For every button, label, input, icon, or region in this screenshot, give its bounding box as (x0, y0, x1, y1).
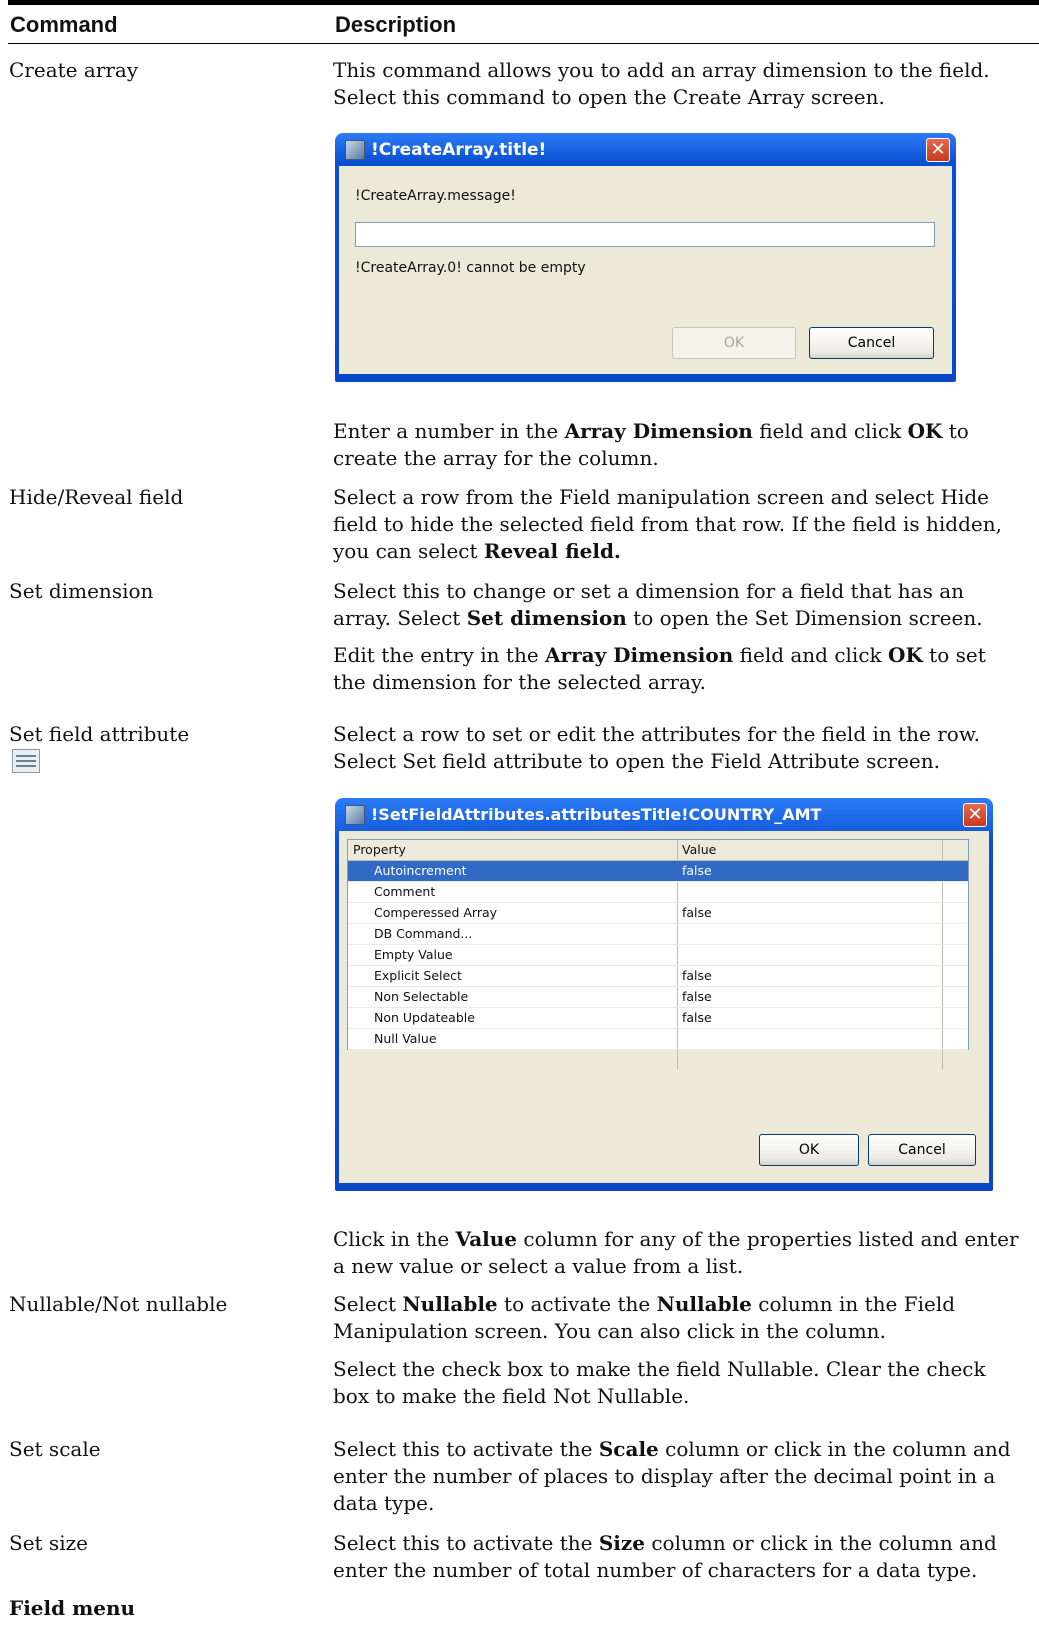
column-property[interactable]: Property (348, 840, 678, 860)
desc-set-dimension: Select this to change or set a dimension… (333, 579, 983, 630)
cmd-set-field-attribute: Set field attribute (9, 722, 190, 746)
cmd-set-dimension: Set dimension (9, 579, 154, 603)
ok-button[interactable]: OK (672, 327, 796, 359)
close-icon[interactable]: ✕ (963, 803, 987, 827)
property-row[interactable]: Non Selectable false (348, 987, 968, 1008)
cancel-button[interactable]: Cancel (868, 1134, 976, 1166)
property-row[interactable]: Comment (348, 882, 968, 903)
desc-set-scale: Select this to activate the Scale column… (333, 1437, 1011, 1515)
desc-hide-reveal: Select a row from the Field manipulation… (333, 485, 1002, 563)
property-row[interactable]: Comperessed Array false (348, 903, 968, 924)
header-description: Description (335, 12, 457, 37)
app-icon (345, 139, 365, 160)
property-row[interactable]: Explicit Select false (348, 966, 968, 987)
property-row-empty[interactable] (348, 1050, 968, 1071)
dialog-message: !CreateArray.message! (355, 188, 516, 204)
dialog-error: !CreateArray.0! cannot be empty (355, 260, 586, 276)
create-array-dialog: !CreateArray.title! ✕ !CreateArray.messa… (335, 133, 956, 382)
column-value[interactable]: Value (678, 840, 943, 860)
dialog-body: !CreateArray.message! !CreateArray.0! ca… (339, 166, 952, 374)
close-icon[interactable]: ✕ (926, 138, 950, 162)
desc2-set-dimension: Edit the entry in the Array Dimension fi… (333, 643, 986, 694)
cmd-hide-reveal: Hide/Reveal field (9, 485, 184, 509)
ok-button[interactable]: OK (759, 1134, 859, 1166)
cmd-set-size: Set size (9, 1531, 88, 1555)
field-attribute-dialog: !SetFieldAttributes.attributesTitle!COUN… (335, 798, 993, 1191)
desc2-nullable: Select the check box to make the field N… (333, 1357, 986, 1408)
desc-set-field-attribute: Select a row to set or edit the attribut… (333, 722, 980, 773)
footer-heading: Field menu (9, 1596, 136, 1620)
desc-create-array: This command allows you to add an array … (333, 58, 990, 109)
cmd-set-scale: Set scale (9, 1437, 101, 1461)
property-row[interactable]: Null Value (348, 1029, 968, 1050)
property-table: Property Value Autoincrement false Commen… (347, 839, 969, 1071)
dialog-title: !CreateArray.title! (371, 139, 547, 160)
array-dimension-input[interactable] (355, 222, 935, 247)
table-header: Command Description (8, 0, 1039, 44)
cancel-button[interactable]: Cancel (809, 327, 934, 359)
desc-nullable: Select Nullable to activate the Nullable… (333, 1292, 956, 1343)
app-icon (345, 804, 365, 825)
property-row[interactable]: Empty Value (348, 945, 968, 966)
dialog-titlebar: !SetFieldAttributes.attributesTitle!COUN… (339, 798, 989, 831)
property-table-header: Property Value (348, 840, 968, 861)
property-row[interactable]: DB Command... (348, 924, 968, 945)
property-row[interactable]: Autoincrement false (348, 861, 968, 882)
desc-set-size: Select this to activate the Size column … (333, 1531, 997, 1582)
table-icon (12, 749, 40, 773)
desc2-set-field-attribute: Click in the Value column for any of the… (333, 1227, 1019, 1278)
desc2-create-array: Enter a number in the Array Dimension fi… (333, 419, 969, 470)
cmd-nullable: Nullable/Not nullable (9, 1292, 228, 1316)
dialog-titlebar: !CreateArray.title! (339, 133, 952, 166)
dialog-title: !SetFieldAttributes.attributesTitle!COUN… (371, 805, 822, 824)
property-row[interactable]: Non Updateable false (348, 1008, 968, 1029)
header-command: Command (10, 12, 118, 37)
document-page: Command Description Create array This co… (0, 0, 1039, 1625)
dialog-body: Property Value Autoincrement false Commen… (339, 831, 989, 1183)
cmd-create-array: Create array (9, 58, 139, 82)
